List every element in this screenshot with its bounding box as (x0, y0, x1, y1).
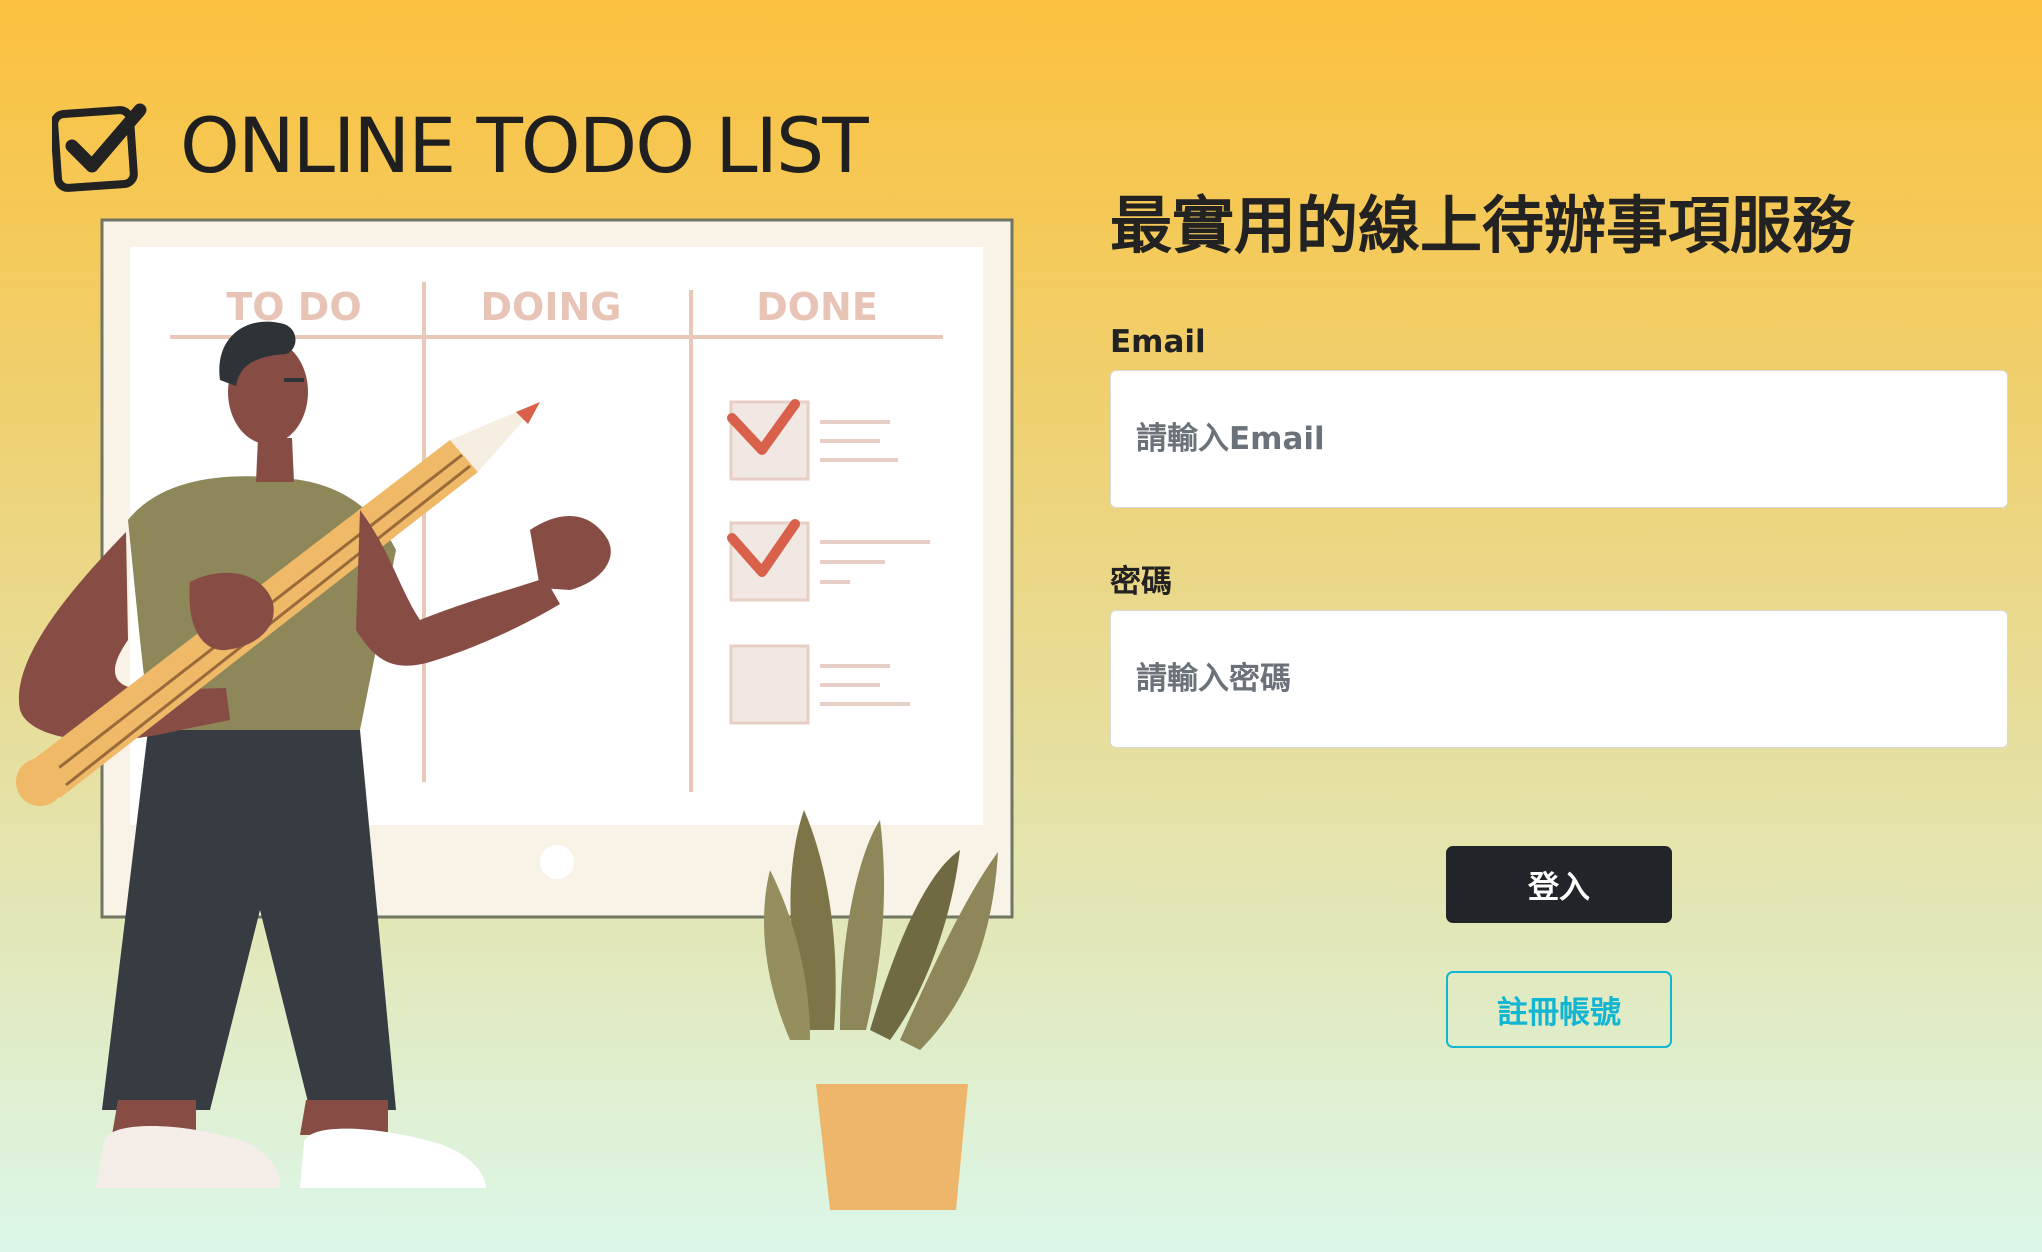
board-button (540, 845, 574, 879)
checkbox-check-icon (52, 103, 147, 192)
register-button[interactable]: 註冊帳號 (1446, 971, 1672, 1048)
column-label-todo: TO DO (226, 285, 361, 329)
person-neck (256, 438, 294, 482)
login-form: 最實用的線上待辦事項服務 Email 密碼 登入 註冊帳號 (1110, 180, 2008, 1048)
password-label: 密碼 (1110, 564, 1172, 600)
kanban-person-illustration: TO DO DOING DONE (16, 218, 1014, 1210)
form-actions: 登入 註冊帳號 (1110, 846, 2008, 1048)
app-title: ONLINE TODO LIST (180, 101, 869, 190)
plant-pot (816, 1084, 968, 1210)
person-shoe-left (96, 1126, 281, 1188)
brand-logo: ONLINE TODO LIST (52, 98, 869, 194)
page-tagline: 最實用的線上待辦事項服務 (1110, 189, 1855, 262)
email-field[interactable] (1110, 370, 2008, 508)
email-label: Email (1110, 324, 1206, 360)
login-button-label: 登入 (1528, 870, 1590, 906)
person-shoe-right (300, 1128, 486, 1188)
column-label-done: DONE (756, 285, 878, 329)
hero-illustration: TO DO DOING DONE (0, 210, 1040, 1210)
person-pants (102, 730, 396, 1110)
password-field[interactable] (1110, 610, 2008, 748)
register-button-label: 註冊帳號 (1497, 995, 1621, 1031)
column-label-doing: DOING (481, 285, 622, 329)
login-button[interactable]: 登入 (1446, 846, 1672, 923)
